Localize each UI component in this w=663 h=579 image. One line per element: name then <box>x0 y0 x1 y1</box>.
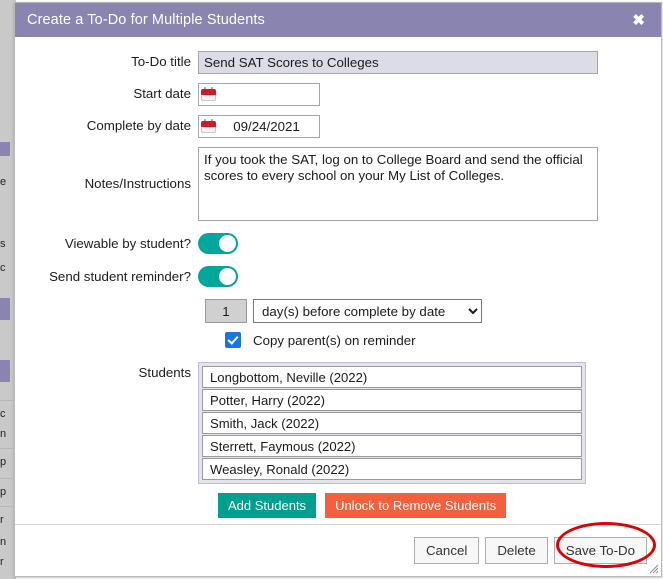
start-date-input[interactable] <box>198 83 320 106</box>
student-list-item[interactable]: Longbottom, Neville (2022) <box>202 366 582 388</box>
start-date-label: Start date <box>133 86 191 101</box>
student-list-item[interactable]: Smith, Jack (2022) <box>202 412 582 434</box>
send-student-reminder-label: Send student reminder? <box>49 269 191 284</box>
notes-label: Notes/Instructions <box>84 176 191 191</box>
student-list-item[interactable]: Weasley, Ronald (2022) <box>202 458 582 480</box>
students-list: Longbottom, Neville (2022) Potter, Harry … <box>198 362 586 484</box>
modal-title: Create a To-Do for Multiple Students <box>27 12 265 28</box>
calendar-icon[interactable] <box>201 87 216 102</box>
student-list-item[interactable]: Potter, Harry (2022) <box>202 389 582 411</box>
copy-parents-checkbox[interactable] <box>225 332 241 348</box>
cancel-button[interactable]: Cancel <box>413 536 480 565</box>
save-todo-button[interactable]: Save To-Do <box>553 536 647 565</box>
delete-button[interactable]: Delete <box>485 536 548 565</box>
modal-footer: Cancel Delete Save To-Do <box>15 522 661 576</box>
reminder-unit-select[interactable]: day(s) before complete by dateweek(s) be… <box>253 299 482 323</box>
close-icon[interactable]: ✖ <box>630 11 647 30</box>
students-label: Students <box>138 365 192 380</box>
student-list-item[interactable]: Sterrett, Faymous (2022) <box>202 435 582 457</box>
complete-by-date-row: Complete by date 09/24/2021 <box>15 115 661 138</box>
viewable-by-student-row: Viewable by student? <box>15 233 661 257</box>
start-date-row: Start date <box>15 83 661 106</box>
student-action-buttons: Add Students Unlock to Remove Students <box>218 493 661 518</box>
unlock-to-remove-students-button[interactable]: Unlock to Remove Students <box>325 493 507 518</box>
add-students-button[interactable]: Add Students <box>218 493 317 518</box>
todo-title-input[interactable] <box>198 51 598 74</box>
create-todo-modal: Create a To-Do for Multiple Students ✖ T… <box>14 2 662 577</box>
reminder-amount-input[interactable] <box>205 299 247 323</box>
complete-by-date-input[interactable]: 09/24/2021 <box>198 115 320 138</box>
viewable-by-student-toggle[interactable] <box>198 233 238 254</box>
copy-parents-label: Copy parent(s) on reminder <box>253 332 416 348</box>
todo-title-label: To-Do title <box>131 54 191 69</box>
send-student-reminder-toggle[interactable] <box>198 266 238 287</box>
students-row: Students Longbottom, Neville (2022) Potte… <box>15 362 661 484</box>
complete-by-date-value: 09/24/2021 <box>233 119 300 134</box>
notes-row: Notes/Instructions If you took the SAT, … <box>15 147 661 224</box>
send-student-reminder-row: Send student reminder? <box>15 266 661 290</box>
reminder-lead-row: day(s) before complete by dateweek(s) be… <box>205 299 661 323</box>
complete-by-date-label: Complete by date <box>86 118 191 133</box>
copy-parents-row: Copy parent(s) on reminder <box>225 332 661 348</box>
modal-body: To-Do title Start date Complete by date <box>15 37 661 524</box>
viewable-by-student-label: Viewable by student? <box>64 236 191 251</box>
modal-header: Create a To-Do for Multiple Students ✖ <box>15 3 661 37</box>
notes-input[interactable]: If you took the SAT, log on to College B… <box>198 147 598 221</box>
todo-title-row: To-Do title <box>15 51 661 74</box>
calendar-icon[interactable] <box>201 119 216 134</box>
